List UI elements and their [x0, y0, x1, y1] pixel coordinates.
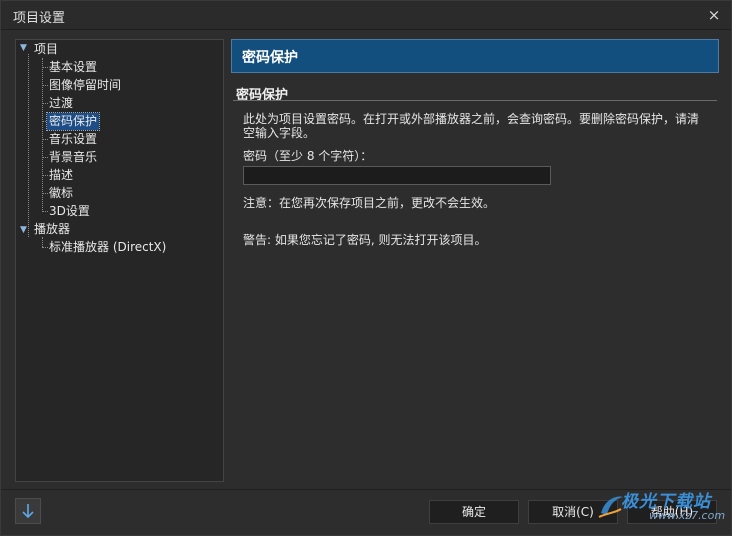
- tree-connector: [42, 157, 48, 158]
- password-description: 此处为项目设置密码。在打开或外部播放器之前，会查询密码。要删除密码保护，请清空输…: [243, 112, 700, 140]
- note-text: 注意：在您再次保存项目之前，更改不会生效。: [243, 196, 496, 210]
- tree-connector: [42, 247, 48, 248]
- close-icon[interactable]: ×: [703, 4, 725, 26]
- tree-connector: [42, 139, 48, 140]
- window-title: 项目设置: [13, 11, 66, 26]
- panel-header: 密码保护: [231, 39, 719, 73]
- tree-item-password-protection[interactable]: 密码保护: [45, 112, 101, 131]
- watermark-url: www.xz7.com: [649, 509, 726, 522]
- tree-connector: [42, 67, 48, 68]
- tree-node-player[interactable]: 播放器: [34, 221, 70, 238]
- settings-tree[interactable]: ▼ 项目 基本设置 图像停留时间 过渡 密码保护 音乐设置 背景音乐 描述 徽标…: [15, 39, 224, 482]
- tree-item-3d-settings[interactable]: 3D设置: [49, 203, 90, 220]
- password-input[interactable]: [243, 166, 551, 185]
- password-panel: 密码保护 密码保护 此处为项目设置密码。在打开或外部播放器之前，会查询密码。要删…: [231, 39, 719, 480]
- tree-item-background-music[interactable]: 背景音乐: [49, 149, 97, 166]
- tree-connector: [28, 54, 29, 237]
- tree-item-image-duration[interactable]: 图像停留时间: [49, 77, 121, 94]
- tree-item-standard-player[interactable]: 标准播放器 (DirectX): [49, 239, 166, 256]
- tree-connector: [42, 193, 48, 194]
- tree-item-basic-settings[interactable]: 基本设置: [49, 59, 97, 76]
- tree-node-project[interactable]: 项目: [34, 41, 58, 58]
- dialog-window: 项目设置 × ▼ 项目 基本设置 图像停留时间 过渡 密码保护 音乐设置 背景音…: [0, 0, 732, 536]
- password-label: 密码（至少 8 个字符）：: [243, 149, 373, 163]
- warning-text: 警告: 如果您忘记了密码, 则无法打开该项目。: [243, 233, 487, 247]
- tree-connector: [42, 237, 43, 247]
- ok-button[interactable]: 确定: [429, 500, 519, 524]
- section-divider: [233, 100, 717, 101]
- title-bar[interactable]: 项目设置 ×: [1, 1, 731, 30]
- tree-item-transition[interactable]: 过渡: [49, 95, 73, 112]
- down-arrow-button[interactable]: [15, 498, 41, 524]
- tree-connector: [42, 103, 48, 104]
- down-arrow-icon: [22, 504, 34, 519]
- tree-item-music-settings[interactable]: 音乐设置: [49, 131, 97, 148]
- tree-connector: [42, 58, 43, 212]
- panel-header-title: 密码保护: [242, 50, 298, 66]
- tree-item-description[interactable]: 描述: [49, 167, 73, 184]
- tree-connector: [42, 85, 48, 86]
- tree-item-logo[interactable]: 徽标: [49, 185, 73, 202]
- expand-chevron-icon[interactable]: ▼: [20, 226, 29, 235]
- watermark: 极光下载站 www.xz7.com: [598, 487, 729, 531]
- expand-chevron-icon[interactable]: ▼: [20, 44, 29, 53]
- tree-connector: [42, 175, 48, 176]
- tree-connector: [42, 211, 48, 212]
